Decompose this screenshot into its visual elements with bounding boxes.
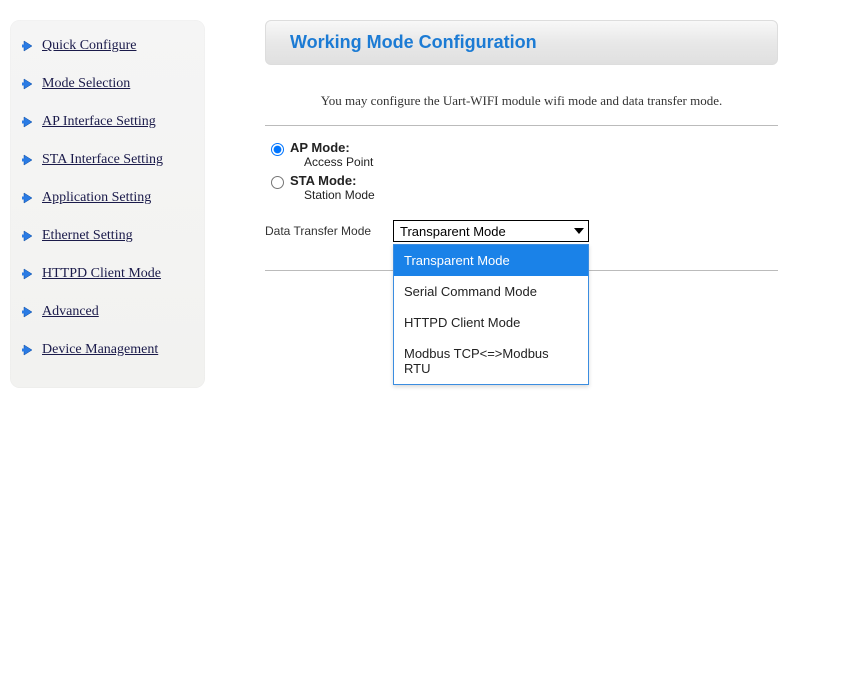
page-header: Working Mode Configuration xyxy=(265,20,778,65)
sidebar-item-ap-interface[interactable]: AP Interface Setting xyxy=(22,114,193,130)
page-description: You may configure the Uart-WIFI module w… xyxy=(265,93,778,109)
sta-mode-sublabel: Station Mode xyxy=(304,188,375,202)
dropdown-option-httpd-client[interactable]: HTTPD Client Mode xyxy=(394,307,588,338)
sidebar-item-label: Advanced xyxy=(42,304,99,320)
ap-mode-sublabel: Access Point xyxy=(304,155,373,169)
arrow-right-icon xyxy=(22,153,36,167)
sidebar-item-label: Device Management xyxy=(42,342,158,358)
sidebar-item-ethernet-setting[interactable]: Ethernet Setting xyxy=(22,228,193,244)
data-transfer-label: Data Transfer Mode xyxy=(265,224,393,238)
sidebar-item-device-management[interactable]: Device Management xyxy=(22,342,193,358)
arrow-right-icon xyxy=(22,191,36,205)
ap-mode-radio[interactable] xyxy=(271,143,284,156)
arrow-right-icon xyxy=(22,39,36,53)
sidebar: Quick Configure Mode Selection AP Interf… xyxy=(10,20,205,388)
select-value: Transparent Mode xyxy=(400,224,506,239)
mode-radio-group: AP Mode: Access Point STA Mode: Station … xyxy=(271,140,778,202)
data-transfer-dropdown: Transparent Mode Serial Command Mode HTT… xyxy=(393,244,589,385)
sidebar-item-label: Quick Configure xyxy=(42,38,136,54)
divider xyxy=(265,125,778,126)
sidebar-item-label: Mode Selection xyxy=(42,76,130,92)
sidebar-item-label: AP Interface Setting xyxy=(42,114,156,130)
sta-mode-label: STA Mode: xyxy=(290,173,375,188)
sidebar-item-application-setting[interactable]: Application Setting xyxy=(22,190,193,206)
sidebar-item-label: Ethernet Setting xyxy=(42,228,133,244)
ap-mode-label: AP Mode: xyxy=(290,140,373,155)
ap-mode-row[interactable]: AP Mode: Access Point xyxy=(271,140,778,169)
sidebar-item-label: HTTPD Client Mode xyxy=(42,266,161,282)
sidebar-item-advanced[interactable]: Advanced xyxy=(22,304,193,320)
sidebar-item-sta-interface[interactable]: STA Interface Setting xyxy=(22,152,193,168)
dropdown-option-serial-command[interactable]: Serial Command Mode xyxy=(394,276,588,307)
arrow-right-icon xyxy=(22,305,36,319)
arrow-right-icon xyxy=(22,267,36,281)
arrow-right-icon xyxy=(22,343,36,357)
sidebar-item-quick-configure[interactable]: Quick Configure xyxy=(22,38,193,54)
arrow-right-icon xyxy=(22,229,36,243)
chevron-down-icon xyxy=(574,228,584,234)
sidebar-item-label: STA Interface Setting xyxy=(42,152,163,168)
page-title: Working Mode Configuration xyxy=(290,32,753,53)
arrow-right-icon xyxy=(22,115,36,129)
sidebar-item-httpd-client[interactable]: HTTPD Client Mode xyxy=(22,266,193,282)
dropdown-option-modbus[interactable]: Modbus TCP<=>Modbus RTU xyxy=(394,338,588,384)
sidebar-item-mode-selection[interactable]: Mode Selection xyxy=(22,76,193,92)
data-transfer-select[interactable]: Transparent Mode xyxy=(393,220,589,242)
main-content: Working Mode Configuration You may confi… xyxy=(265,20,838,388)
sta-mode-row[interactable]: STA Mode: Station Mode xyxy=(271,173,778,202)
arrow-right-icon xyxy=(22,77,36,91)
sidebar-item-label: Application Setting xyxy=(42,190,151,206)
data-transfer-row: Data Transfer Mode Transparent Mode Tran… xyxy=(265,220,778,242)
dropdown-option-transparent[interactable]: Transparent Mode xyxy=(394,245,588,276)
sta-mode-radio[interactable] xyxy=(271,176,284,189)
